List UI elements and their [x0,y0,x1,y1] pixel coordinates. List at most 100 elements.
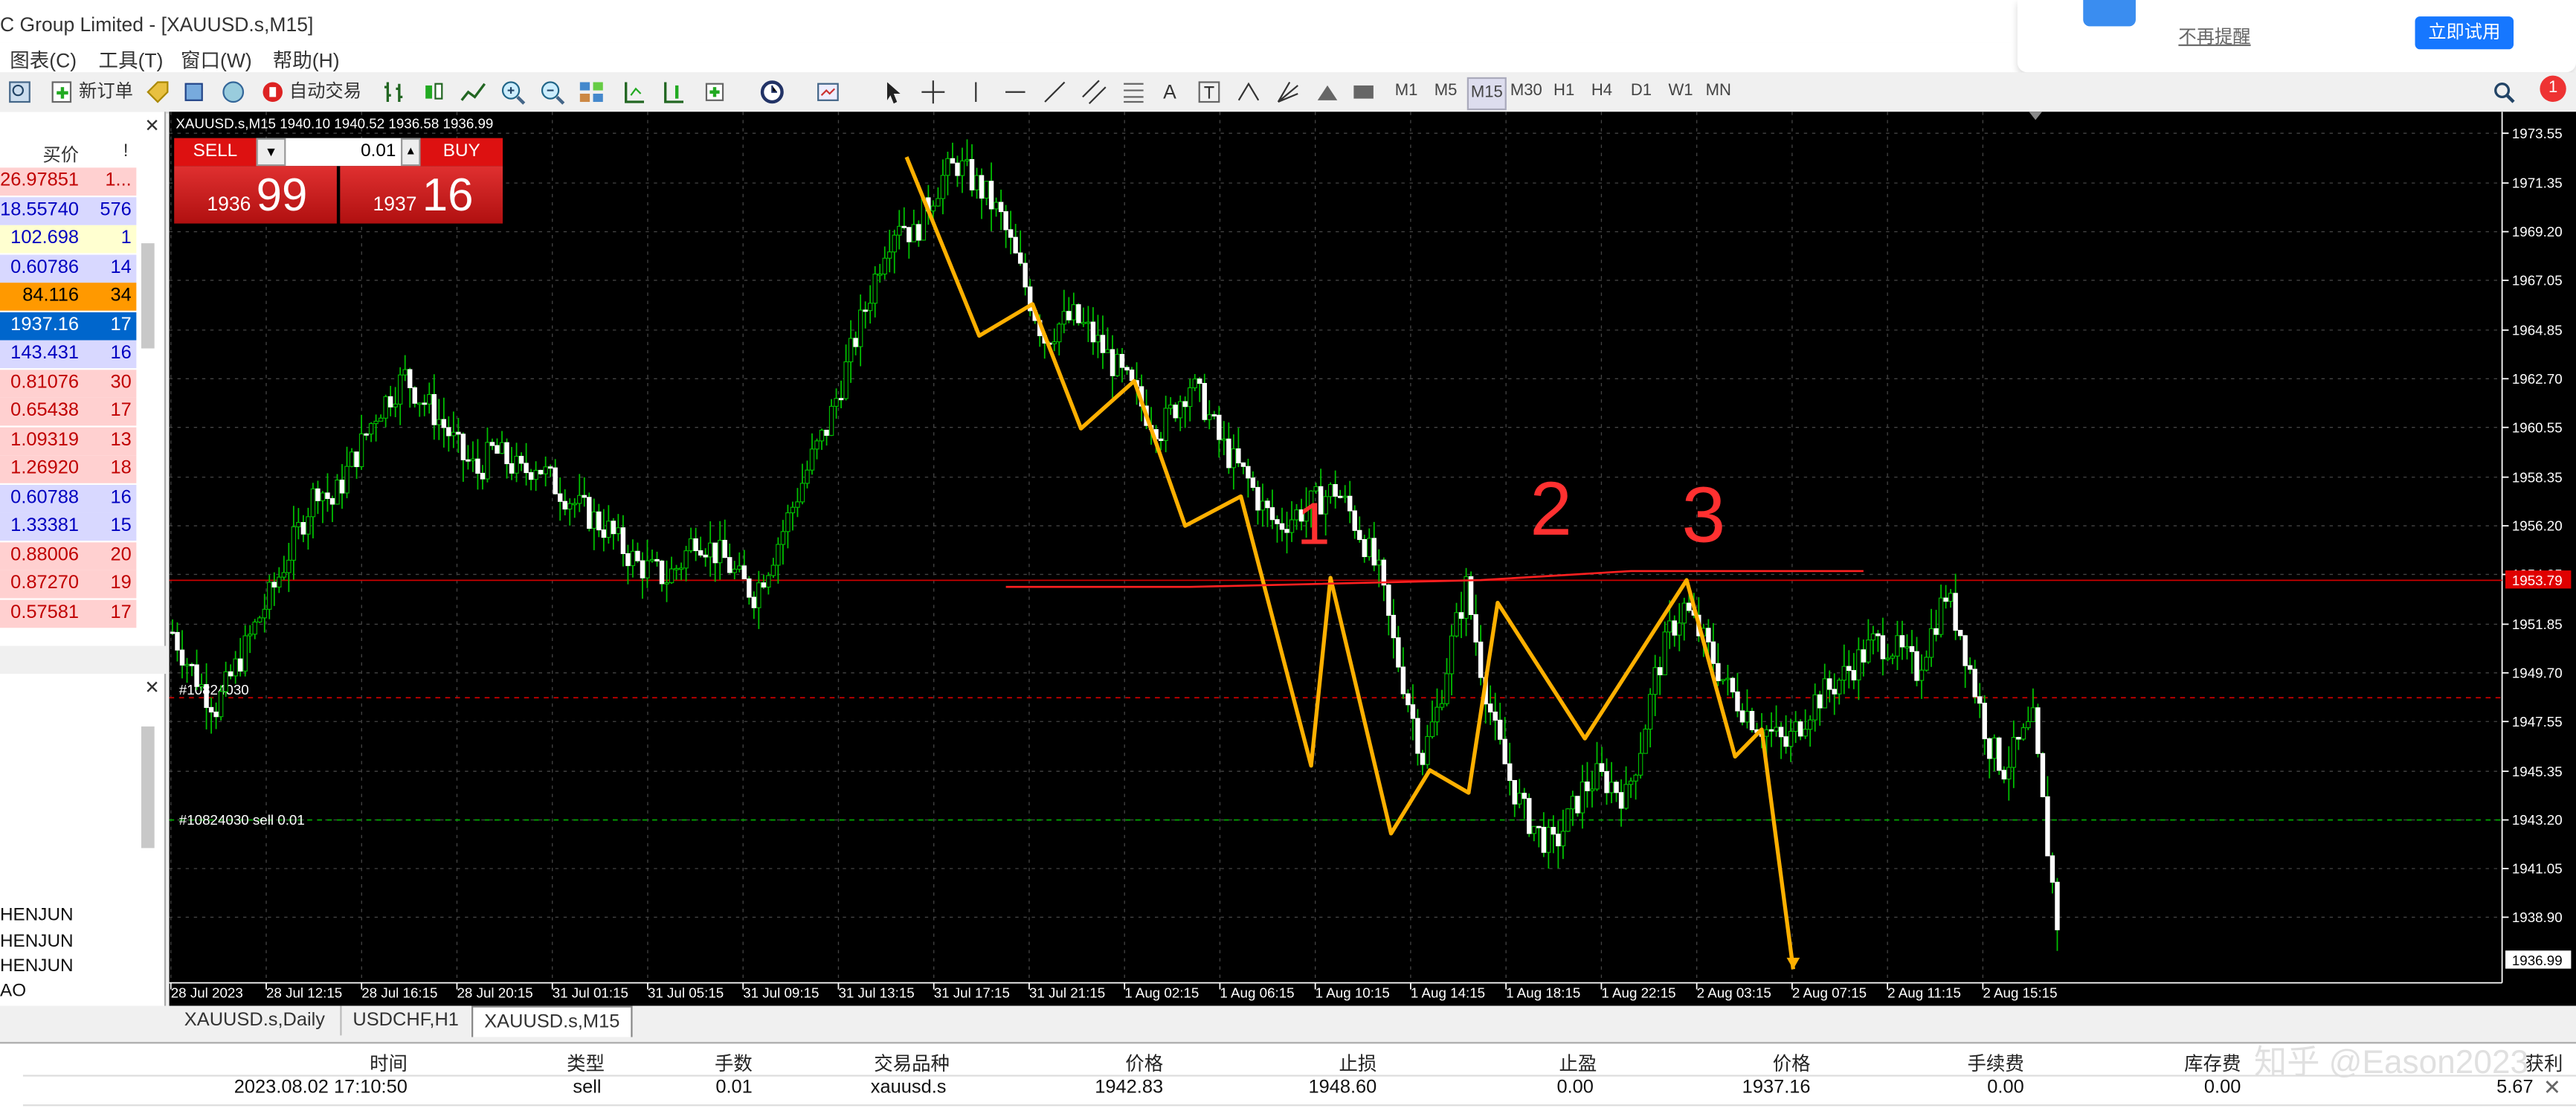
triangle-icon[interactable] [1314,79,1340,105]
tf-w1[interactable]: W1 [1664,77,1697,107]
col-symbol[interactable]: 交易品种 [822,1050,950,1076]
close-icon[interactable]: ✕ [144,677,159,699]
menu-help[interactable]: 帮助(H) [273,46,340,74]
tf-m1[interactable]: M1 [1390,77,1423,107]
tab-xauusd-m15[interactable]: XAUUSD.s,M15 [471,1005,633,1037]
col-bang[interactable]: ! [123,141,129,161]
col-swap[interactable]: 库存费 [2162,1050,2241,1076]
tf-m15[interactable]: M15 [1466,77,1507,111]
price-chart[interactable]: 28 Jul 2023 28 Jul 12:15 28 Jul 16:15 28 Ju… [169,112,2576,1006]
chevron-up-icon[interactable]: ▲ [401,138,421,167]
try-now-button[interactable]: 立即试用 [2415,16,2514,50]
globe-icon[interactable] [220,79,246,105]
list-item[interactable]: 1.09319 13 [0,426,137,455]
tab-usdchf-h1[interactable]: USDCHF,H1 [340,1005,474,1036]
templates-icon[interactable] [815,79,841,105]
list-item[interactable]: 0.87270 19 [0,570,137,599]
account-item[interactable]: HENJUN [0,906,74,926]
chart-shift-icon[interactable] [660,79,686,105]
col-lots[interactable]: 手数 [674,1050,753,1076]
list-item[interactable]: 0.81076 30 [0,369,137,397]
zoom-box-icon[interactable] [7,79,33,105]
list-item[interactable]: 0.65438 17 [0,397,137,426]
tf-h4[interactable]: H4 [1585,77,1618,107]
auto-trade-button[interactable]: 自动交易 [289,77,361,107]
candle-body [1168,405,1173,409]
candle-chart-icon[interactable] [421,79,447,105]
col-tp[interactable]: 止盈 [1518,1050,1597,1076]
list-item[interactable]: 1.33381 15 [0,512,137,541]
vertical-line-icon[interactable] [963,79,989,105]
gann-icon[interactable] [1275,79,1301,105]
account-item[interactable]: HENJUN [0,932,74,952]
list-item[interactable]: 0.60788 16 [0,483,137,512]
search-icon[interactable] [2490,79,2517,105]
menu-chart[interactable]: 图表(C) [10,46,77,74]
list-item[interactable]: 18.55740 576 [0,196,137,225]
text-label-icon[interactable] [1196,79,1222,105]
tf-d1[interactable]: D1 [1625,77,1658,107]
zoom-in-icon[interactable] [500,79,526,105]
tf-m30[interactable]: M30 [1508,77,1545,107]
new-order-icon[interactable] [49,79,75,105]
scrollbar-thumb[interactable] [141,243,155,349]
tag-icon[interactable] [144,79,170,105]
list-item[interactable]: 1.26920 18 [0,455,137,483]
chevron-down-icon[interactable]: ▼ [256,138,286,167]
list-item[interactable]: 0.88006 20 [0,541,137,570]
text-icon[interactable]: A [1163,77,1176,107]
list-item[interactable]: 0.60786 14 [0,254,137,283]
col-bid[interactable]: 买价 [42,141,79,167]
experts-icon[interactable] [181,79,207,105]
list-item[interactable]: 1937.16 17 [0,311,137,340]
zoom-out-icon[interactable] [539,79,565,105]
close-icon[interactable]: ✕ [2543,1075,2561,1101]
tf-m5[interactable]: M5 [1429,77,1462,107]
arrows-icon[interactable] [1235,79,1261,105]
col-current-price[interactable]: 价格 [1731,1050,1811,1076]
tile-windows-icon[interactable] [579,79,605,105]
tf-h1[interactable]: H1 [1548,77,1580,107]
rectangle-icon[interactable] [1350,79,1376,105]
list-item[interactable]: 143.431 16 [0,340,137,369]
volume-input[interactable]: 0.01 [286,138,402,167]
tf-mn[interactable]: MN [1702,77,1735,107]
tab-xauusd-daily[interactable]: XAUUSD.s,Daily [170,1005,342,1036]
sell-button[interactable]: SELL [174,138,257,167]
col-commission[interactable]: 手续费 [1945,1050,2024,1076]
bid-price-button[interactable]: 1936 99 [174,166,337,224]
list-item[interactable]: 84.116 34 [0,283,137,311]
trendline-icon[interactable] [1042,79,1068,105]
auto-trade-icon[interactable] [260,79,286,105]
list-item[interactable]: 0.57581 17 [0,599,137,628]
list-item[interactable]: 26.97851 1... [0,167,137,196]
new-order-button[interactable]: 新订单 [79,77,133,107]
line-chart-icon[interactable] [460,79,486,105]
cursor-icon[interactable] [880,79,907,105]
buy-button[interactable]: BUY [420,138,503,167]
account-item[interactable]: HENJUN [0,956,74,976]
dismiss-link[interactable]: 不再提醒 [2178,23,2250,49]
col-price[interactable]: 价格 [1084,1050,1163,1076]
candle-body [1487,703,1493,713]
col-type[interactable]: 类型 [526,1050,605,1076]
col-sl[interactable]: 止损 [1298,1050,1376,1076]
ask-price-button[interactable]: 1937 16 [340,166,503,224]
chart-canvas[interactable]: 28 Jul 2023 28 Jul 12:15 28 Jul 16:15 28 Ju… [169,112,2576,1005]
list-item[interactable]: 102.698 1 [0,225,137,254]
horizontal-line-icon[interactable] [1002,79,1028,105]
notification-badge[interactable]: 1 [2540,75,2566,103]
auto-scroll-icon[interactable] [621,79,647,105]
crosshair-icon[interactable] [920,79,946,105]
col-time[interactable]: 时间 [296,1050,408,1076]
scrollbar-thumb[interactable] [141,726,155,848]
account-item[interactable]: AO [0,981,26,1001]
channel-icon[interactable] [1081,79,1107,105]
indicators-icon[interactable] [703,79,730,105]
bar-chart-icon[interactable] [381,79,408,105]
menu-tools[interactable]: 工具(T) [99,46,164,74]
periods-icon[interactable] [759,79,785,105]
close-icon[interactable]: ✕ [144,115,159,137]
fibonacci-icon[interactable] [1121,79,1147,105]
menu-window[interactable]: 窗口(W) [181,46,252,74]
